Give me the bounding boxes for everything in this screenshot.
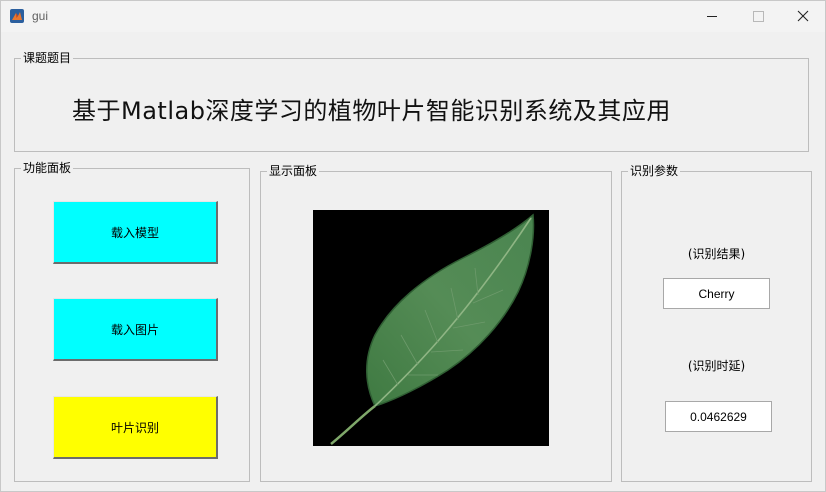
function-panel: 功能面板 载入模型 载入图片 叶片识别 xyxy=(14,160,250,482)
topic-panel-title: 课题题目 xyxy=(21,50,74,66)
params-panel: 识别参数 (识别结果) Cherry (识别时延) 0.0462629 xyxy=(621,163,812,482)
leaf-illustration xyxy=(330,213,535,445)
close-icon[interactable] xyxy=(781,1,826,32)
window-title: gui xyxy=(32,9,49,23)
latency-label: (识别时延) xyxy=(687,359,746,373)
result-field[interactable]: Cherry xyxy=(663,278,770,309)
title-bar[interactable]: gui xyxy=(1,1,825,32)
load-model-button[interactable]: 载入模型 xyxy=(53,201,218,264)
app-window: gui 课题题目 基于Matlab深度学习的植物叶片智能识别系统及其应用 功能面… xyxy=(0,0,826,492)
display-panel-title: 显示面板 xyxy=(267,163,320,179)
function-panel-title: 功能面板 xyxy=(21,160,74,176)
topic-panel: 课题题目 基于Matlab深度学习的植物叶片智能识别系统及其应用 xyxy=(14,50,809,152)
minimize-icon[interactable] xyxy=(689,1,735,32)
leaf-image xyxy=(313,210,549,446)
latency-field[interactable]: 0.0462629 xyxy=(665,401,772,432)
display-panel: 显示面板 xyxy=(260,163,612,482)
project-title: 基于Matlab深度学习的植物叶片智能识别系统及其应用 xyxy=(72,97,671,125)
matlab-icon xyxy=(10,9,24,23)
load-image-button[interactable]: 载入图片 xyxy=(53,298,218,361)
result-label: (识别结果) xyxy=(687,247,746,261)
params-panel-title: 识别参数 xyxy=(628,163,681,179)
recognize-leaf-button[interactable]: 叶片识别 xyxy=(53,396,218,459)
maximize-icon[interactable] xyxy=(735,1,781,32)
